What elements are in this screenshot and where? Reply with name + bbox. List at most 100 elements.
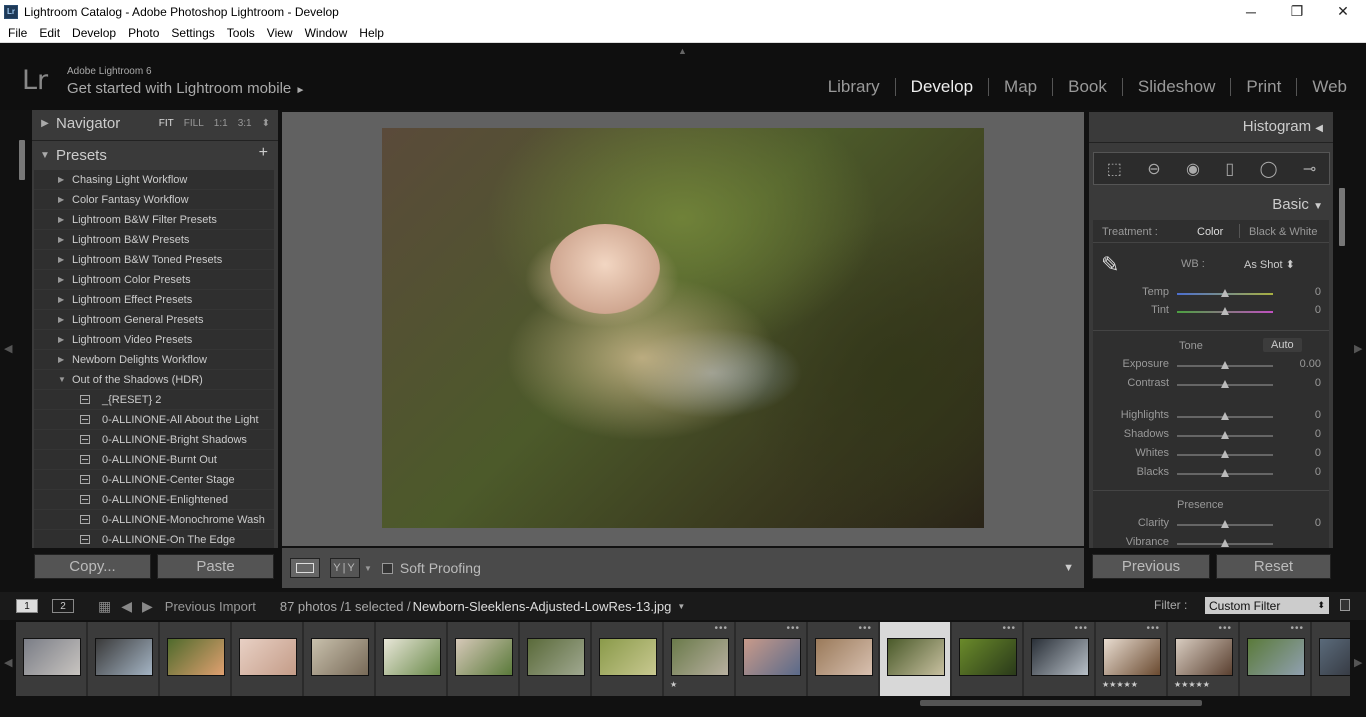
filter-lock-icon[interactable] [1340,599,1350,611]
filmstrip-scroll-right-icon[interactable]: ▶ [1354,656,1362,669]
auto-tone-button[interactable]: Auto [1263,338,1302,352]
back-arrow-icon[interactable]: ◀ [121,598,132,615]
filmstrip-scrollbar[interactable] [920,700,1202,706]
filmstrip-cell[interactable] [16,622,87,696]
filmstrip-scroll-left-icon[interactable]: ◀ [4,656,12,669]
menu-file[interactable]: File [2,26,33,40]
filmstrip-thumbnail[interactable] [1031,638,1089,676]
treatment-bw-option[interactable]: Black & White [1249,226,1317,238]
module-print[interactable]: Print [1231,77,1296,97]
filmstrip-cell[interactable] [376,622,447,696]
filmstrip-thumbnail[interactable] [239,638,297,676]
preset-folder[interactable]: ▶ Lightroom Color Presets [34,270,274,290]
close-button[interactable]: ✕ [1320,0,1366,23]
filmstrip-cell[interactable] [1312,622,1350,696]
slider-exposure[interactable] [1177,361,1273,369]
minimize-button[interactable]: ─ [1228,0,1274,23]
filmstrip-thumbnail[interactable] [671,638,729,676]
preset-item[interactable]: _{RESET} 2 [34,390,274,410]
menu-develop[interactable]: Develop [66,26,122,40]
slider-knob[interactable] [1221,412,1229,420]
filmstrip-cell[interactable] [448,622,519,696]
slider-value-whites[interactable]: 0 [1281,447,1321,459]
filmstrip-thumbnail[interactable] [1247,638,1305,676]
histogram-header[interactable]: Histogram ◀ [1243,118,1323,135]
preset-folder[interactable]: ▶ Color Fantasy Workflow [34,190,274,210]
preset-item[interactable]: 0-ALLINONE-Center Stage [34,470,274,490]
filmstrip-cell[interactable] [520,622,591,696]
right-panel-toggle-icon[interactable]: ▶ [1354,342,1362,355]
spot-removal-tool-icon[interactable]: ⊖ [1147,159,1160,179]
source-label[interactable]: Previous Import [165,599,256,614]
zoom-fit[interactable]: FIT [159,118,174,129]
slider-tint[interactable] [1177,307,1273,315]
adjustment-brush-tool-icon[interactable]: ⊸ [1303,159,1316,179]
filmstrip-thumbnail[interactable] [383,638,441,676]
slider-knob[interactable] [1221,289,1229,297]
preset-item[interactable]: 0-ALLINONE-Enlightened [34,490,274,510]
menu-view[interactable]: View [261,26,299,40]
slider-blacks[interactable] [1177,469,1273,477]
module-book[interactable]: Book [1053,77,1122,97]
preset-item[interactable]: 0-ALLINONE-Burnt Out [34,450,274,470]
before-after-dropdown-icon[interactable]: ▼ [364,564,372,573]
zoom-dropdown-icon[interactable]: ⬍ [262,118,270,129]
zoom-fill[interactable]: FILL [184,118,204,129]
filmstrip-thumbnail[interactable] [599,638,657,676]
left-panel-scrollbar[interactable] [19,140,25,180]
filmstrip-cell[interactable] [304,622,375,696]
preset-item[interactable]: 0-ALLINONE-On The Edge [34,530,274,548]
slider-knob[interactable] [1221,520,1229,528]
treatment-color-option[interactable]: Color [1197,226,1223,238]
crop-tool-icon[interactable]: ⬚ [1107,159,1122,179]
forward-arrow-icon[interactable]: ▶ [142,598,153,615]
slider-knob[interactable] [1221,361,1229,369]
filter-select[interactable]: Custom Filter ⬍ [1205,597,1329,614]
slider-value-exposure[interactable]: 0.00 [1281,358,1321,370]
slider-value-clarity[interactable]: 0 [1281,517,1321,529]
radial-filter-tool-icon[interactable]: ◯ [1260,159,1278,179]
white-balance-eyedropper-icon[interactable]: ✎ [1101,252,1119,278]
module-library[interactable]: Library [813,77,895,97]
slider-knob[interactable] [1221,307,1229,315]
menu-edit[interactable]: Edit [33,26,66,40]
filmstrip-cell[interactable]: ••• [952,622,1023,696]
filmstrip-thumbnail[interactable] [455,638,513,676]
preset-item[interactable]: 0-ALLINONE-Monochrome Wash [34,510,274,530]
module-slideshow[interactable]: Slideshow [1123,77,1231,97]
filmstrip-thumbnail[interactable] [167,638,225,676]
preset-item[interactable]: 0-ALLINONE-Bright Shadows [34,430,274,450]
module-develop[interactable]: Develop [896,77,988,97]
filmstrip-cell[interactable] [880,622,951,696]
filmstrip-thumbnail[interactable] [743,638,801,676]
slider-whites[interactable] [1177,450,1273,458]
slider-value-temp[interactable]: 0 [1281,286,1321,298]
previous-button[interactable]: Previous [1092,554,1210,579]
zoom-1-1[interactable]: 1:1 [214,118,228,129]
slider-value-highlights[interactable]: 0 [1281,409,1321,421]
filmstrip-cell[interactable] [232,622,303,696]
loupe-view-button[interactable] [290,558,320,578]
slider-knob[interactable] [1221,469,1229,477]
photo-preview[interactable] [382,128,984,528]
slider-temp[interactable] [1177,289,1273,297]
preset-item[interactable]: 0-ALLINONE-All About the Light [34,410,274,430]
toolbar-content-menu-icon[interactable]: ▼ [1063,562,1074,574]
menu-window[interactable]: Window [299,26,354,40]
left-panel-toggle-icon[interactable]: ◀ [4,342,12,355]
basic-header[interactable]: Basic ▼ [1272,196,1323,213]
preset-folder[interactable]: ▶ Chasing Light Workflow [34,170,274,190]
slider-knob[interactable] [1221,431,1229,439]
preset-folder[interactable]: ▼ Out of the Shadows (HDR) [34,370,274,390]
preset-folder[interactable]: ▶ Lightroom B&W Filter Presets [34,210,274,230]
red-eye-tool-icon[interactable]: ◉ [1186,159,1200,179]
preset-folder[interactable]: ▶ Lightroom B&W Presets [34,230,274,250]
filmstrip-thumbnail[interactable] [311,638,369,676]
add-preset-icon[interactable]: + [259,144,268,162]
slider-contrast[interactable] [1177,380,1273,388]
wb-select[interactable]: As Shot ⬍ [1244,258,1295,271]
filmstrip-cell[interactable]: ••• [736,622,807,696]
presets-header[interactable]: ▼ Presets [32,142,278,168]
filmstrip-thumbnail[interactable] [815,638,873,676]
lightroom-mobile-link[interactable]: Get started with Lightroom mobile ► [67,80,305,97]
